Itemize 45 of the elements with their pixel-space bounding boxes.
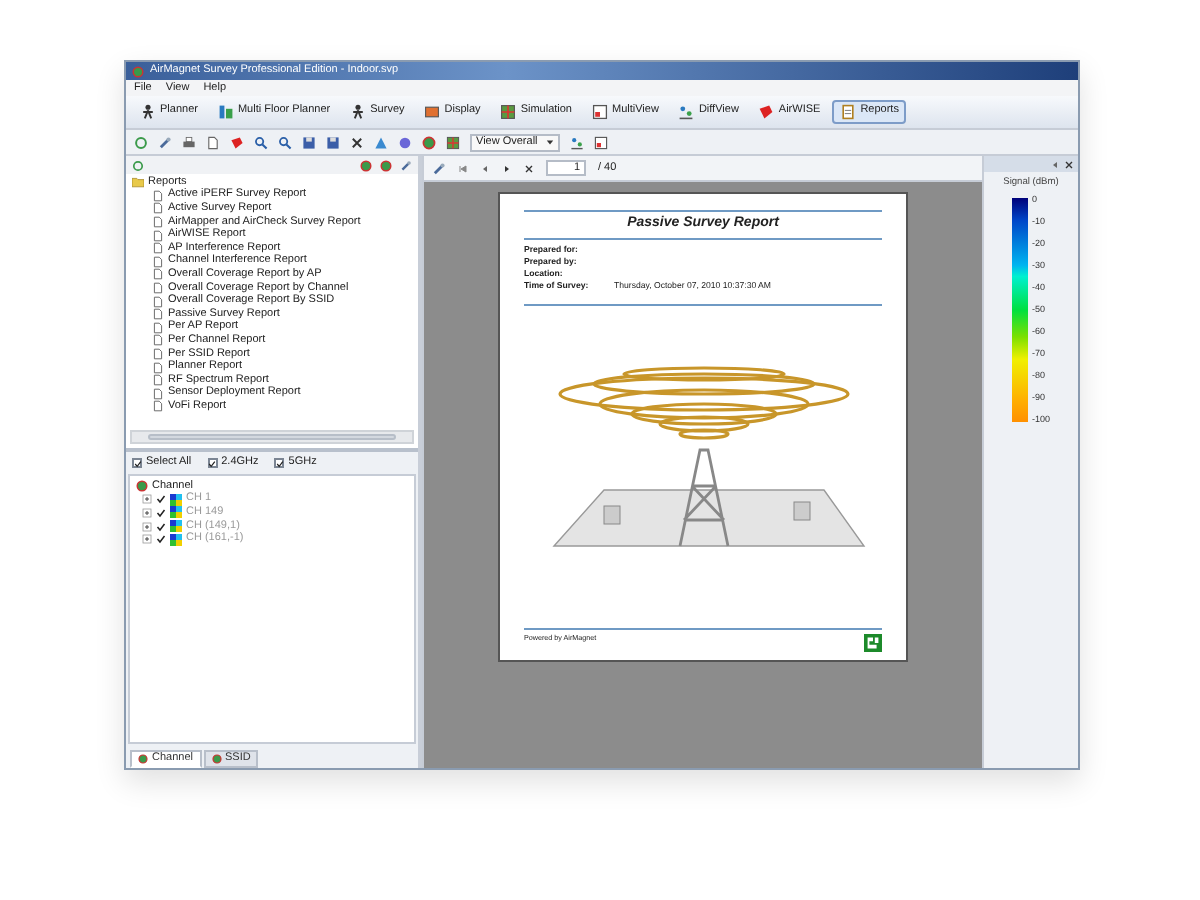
checkbox[interactable] xyxy=(156,494,166,505)
save-icon[interactable] xyxy=(326,135,340,149)
checkbox[interactable] xyxy=(207,458,218,468)
expander-icon[interactable] xyxy=(142,521,152,532)
page-icon[interactable] xyxy=(206,135,220,149)
checkbox[interactable] xyxy=(274,458,285,468)
checkbox[interactable] xyxy=(156,507,166,518)
figure-icon xyxy=(350,104,367,120)
printer-icon[interactable] xyxy=(182,135,196,149)
save-icon[interactable] xyxy=(302,135,316,149)
grid-icon xyxy=(500,104,517,120)
figure-icon xyxy=(140,104,156,120)
triangle-icon[interactable] xyxy=(374,135,388,149)
tool-icon[interactable] xyxy=(158,135,172,149)
zoom-in-icon[interactable] xyxy=(254,135,268,149)
checkbox[interactable] xyxy=(132,458,142,468)
screen-icon xyxy=(424,104,441,120)
cross-icon[interactable] xyxy=(350,135,364,149)
next-page-icon[interactable] xyxy=(502,163,512,173)
zoom-out-icon[interactable] xyxy=(278,135,292,149)
first-page-icon[interactable] xyxy=(458,163,468,173)
caret-icon xyxy=(545,138,554,146)
check-icon xyxy=(275,459,284,467)
close-icon[interactable] xyxy=(1064,159,1074,169)
window-icon xyxy=(592,104,608,120)
check-icon xyxy=(208,459,217,467)
logo-icon xyxy=(864,634,882,652)
expander-icon[interactable] xyxy=(142,507,152,518)
document-icon xyxy=(840,104,857,120)
close-icon[interactable] xyxy=(524,163,534,173)
grid-icon[interactable] xyxy=(446,135,460,149)
window-icon[interactable] xyxy=(593,135,608,149)
checkbox[interactable] xyxy=(156,521,166,532)
horizontal-scrollbar[interactable] xyxy=(130,430,414,444)
check-icon xyxy=(133,459,141,467)
tool-icon[interactable] xyxy=(400,159,412,171)
previous-page-icon[interactable] xyxy=(480,163,490,173)
checkbox[interactable] xyxy=(156,534,166,545)
expander-icon[interactable] xyxy=(142,534,152,545)
expander-icon[interactable] xyxy=(142,494,152,505)
circle-icon[interactable] xyxy=(398,135,412,149)
building-icon xyxy=(217,104,234,120)
tool-icon[interactable] xyxy=(432,161,446,175)
marker-icon[interactable] xyxy=(230,135,244,149)
app-icon xyxy=(132,65,144,77)
